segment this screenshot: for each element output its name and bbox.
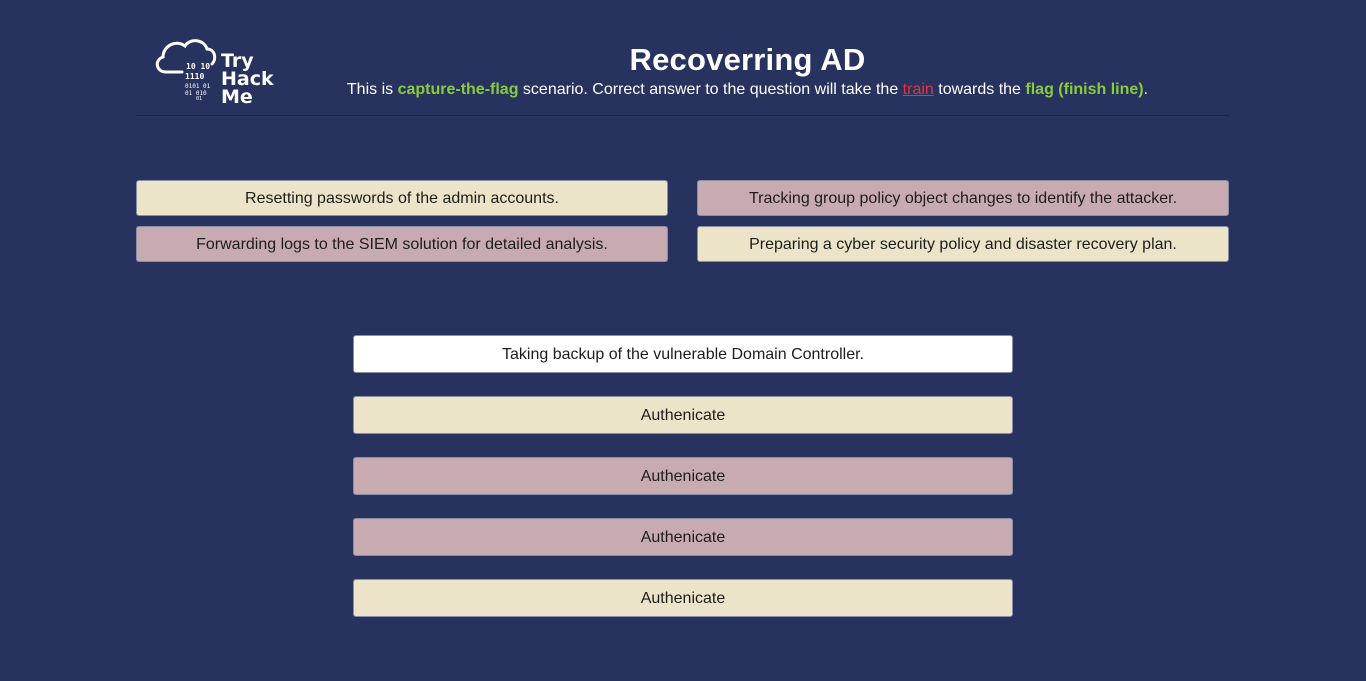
subtitle-text-1: This is [346, 81, 398, 98]
answer-slot-3[interactable]: Authenicate [353, 457, 1013, 495]
svg-text:01: 01 [196, 96, 202, 102]
answer-slot-2[interactable]: Authenicate [353, 396, 1013, 434]
page-subtitle: This is capture-the-flag scenario. Corre… [266, 81, 1229, 99]
option-reset-passwords[interactable]: Resetting passwords of the admin account… [136, 180, 668, 216]
page-title: Recoverring AD [629, 42, 866, 77]
svg-text:0101 01: 0101 01 [185, 83, 211, 90]
ctf-highlight: capture-the-flag [397, 81, 519, 98]
flag-highlight: flag (finish line) [1025, 81, 1144, 98]
svg-text:Me: Me [221, 86, 253, 106]
tryhackme-logo[interactable]: 10 10 1110 0101 01 01 010 01 Try Hack Me [152, 34, 276, 106]
option-prepare-policy[interactable]: Preparing a cyber security policy and di… [697, 226, 1229, 262]
subtitle-text-2: scenario. Correct answer to the question… [518, 81, 903, 98]
page-header: 10 10 1110 0101 01 01 010 01 Try Hack Me… [136, 28, 1229, 116]
subtitle-text-4: . [1143, 81, 1149, 98]
option-forward-logs[interactable]: Forwarding logs to the SIEM solution for… [136, 226, 668, 262]
train-link[interactable]: train [903, 81, 934, 98]
answer-slot-1[interactable]: Taking backup of the vulnerable Domain C… [353, 335, 1013, 373]
svg-text:10 10: 10 10 [186, 62, 210, 71]
subtitle-text-3: towards the [933, 81, 1026, 98]
cloud-icon: 10 10 1110 0101 01 01 010 01 Try Hack Me [155, 39, 274, 106]
svg-text:1110: 1110 [185, 72, 204, 81]
answer-slot-5[interactable]: Authenicate [353, 579, 1013, 617]
answer-slot-4[interactable]: Authenicate [353, 518, 1013, 556]
option-track-gpo[interactable]: Tracking group policy object changes to … [697, 180, 1229, 216]
